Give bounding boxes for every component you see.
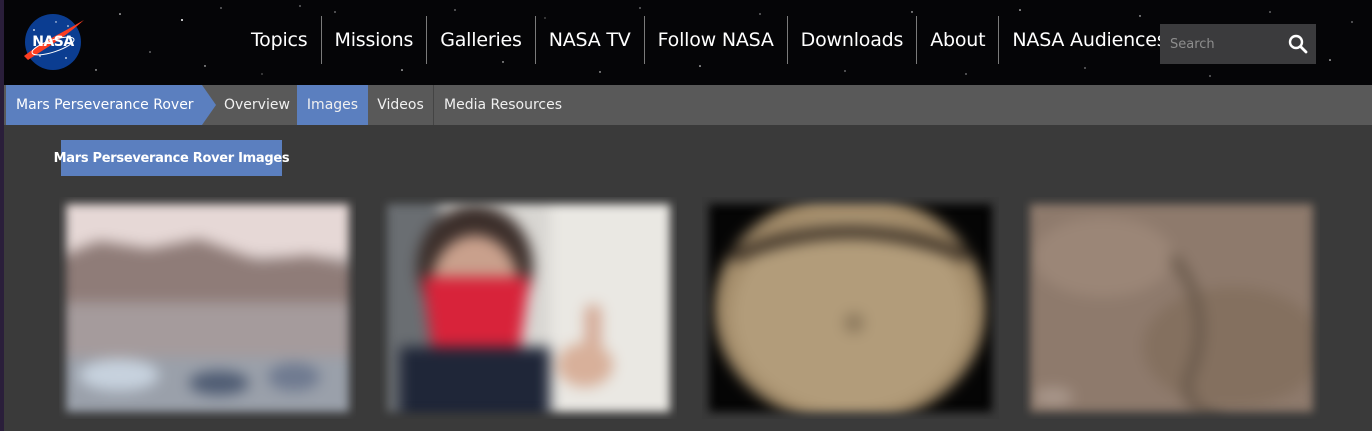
gallery-thumbnail-4[interactable] bbox=[1023, 197, 1320, 419]
thumbnail-vignette bbox=[380, 197, 677, 419]
search-icon[interactable] bbox=[1286, 32, 1310, 56]
breadcrumb[interactable]: Mars Perseverance Rover bbox=[6, 85, 202, 125]
gallery-thumbnail-1[interactable] bbox=[59, 197, 356, 419]
nav-galleries[interactable]: Galleries bbox=[427, 16, 536, 64]
nasa-logo-text: NASA bbox=[32, 34, 74, 50]
breadcrumb-arrow bbox=[202, 85, 216, 125]
site-header: NASA Topics Missions Galleries NASA TV F… bbox=[0, 0, 1372, 85]
nav-downloads[interactable]: Downloads bbox=[788, 16, 918, 64]
nav-topics[interactable]: Topics bbox=[238, 16, 322, 64]
main-nav: Topics Missions Galleries NASA TV Follow… bbox=[238, 16, 1179, 64]
gallery-thumbnail-2[interactable] bbox=[380, 197, 677, 419]
search-input[interactable] bbox=[1160, 25, 1288, 63]
tab-overview[interactable]: Overview bbox=[216, 85, 296, 125]
tab-media-resources[interactable]: Media Resources bbox=[434, 85, 574, 125]
nav-nasa-tv[interactable]: NASA TV bbox=[536, 16, 645, 64]
tab-images[interactable]: Images bbox=[297, 85, 368, 125]
nav-about[interactable]: About bbox=[917, 16, 1000, 64]
window-edge bbox=[0, 0, 4, 431]
nav-missions[interactable]: Missions bbox=[322, 16, 428, 64]
section-title: Mars Perseverance Rover Images bbox=[54, 140, 290, 176]
search-box bbox=[1160, 24, 1316, 64]
thumbnail-vignette bbox=[702, 197, 999, 419]
thumbnail-vignette bbox=[1023, 197, 1320, 419]
nav-follow-nasa[interactable]: Follow NASA bbox=[645, 16, 788, 64]
thumbnail-vignette bbox=[59, 197, 356, 419]
gallery-thumbnail-3[interactable] bbox=[702, 197, 999, 419]
tab-videos[interactable]: Videos bbox=[368, 85, 433, 125]
sub-navigation: Mars Perseverance Rover Overview Images … bbox=[0, 85, 1372, 125]
nav-nasa-audiences[interactable]: NASA Audiences bbox=[999, 16, 1179, 64]
